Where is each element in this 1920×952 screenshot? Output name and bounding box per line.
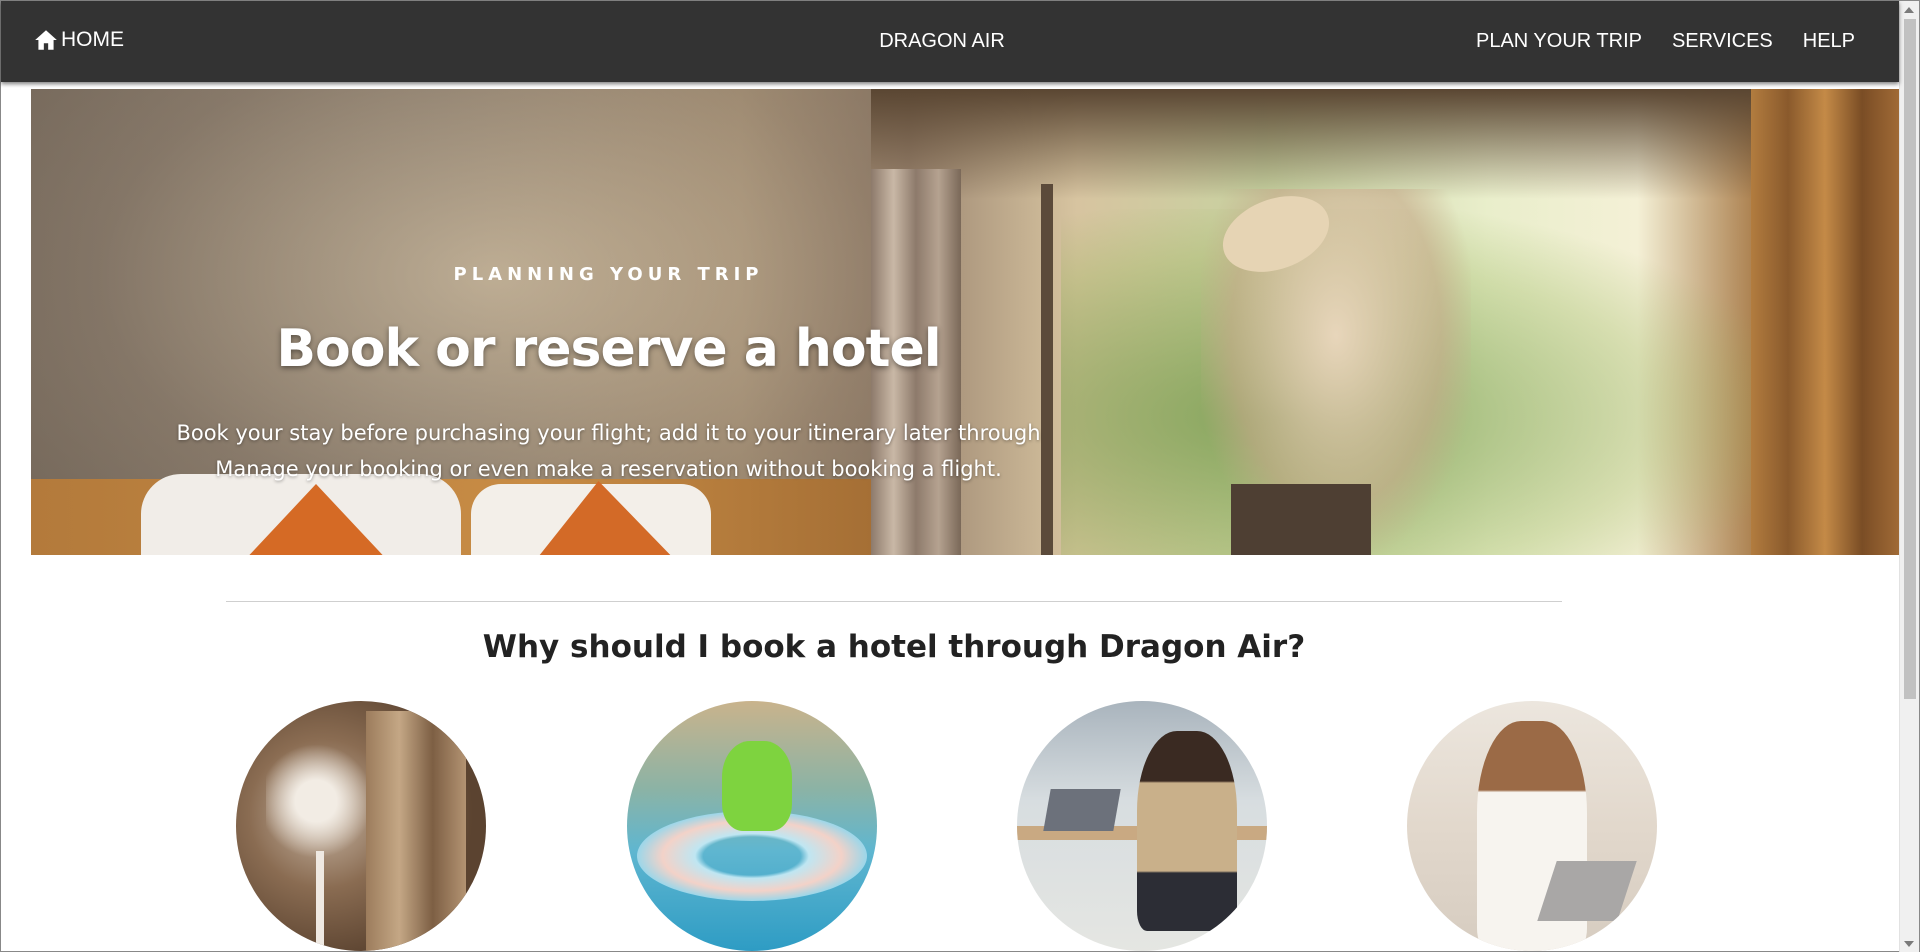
woman-laptop-cafe-image [1017, 701, 1267, 951]
top-navbar: HOME DRAGON AIR PLAN YOUR TRIP SERVICES … [1, 1, 1899, 82]
hero-description: Book your stay before purchasing your fl… [31, 415, 1186, 487]
hero-description-line-1: Book your stay before purchasing your fl… [176, 421, 1041, 445]
nav-links: PLAN YOUR TRIP SERVICES HELP [1476, 30, 1855, 53]
scroll-up-arrow-icon[interactable] [1904, 7, 1914, 13]
hero-description-line-2: Manage your booking or even make a reser… [215, 457, 1002, 481]
hero-eyebrow: PLANNING YOUR TRIP [453, 264, 764, 285]
hero-title: Book or reserve a hotel [276, 319, 941, 379]
section-divider [226, 601, 1562, 602]
family-pool-image [627, 701, 877, 951]
section-heading: Why should I book a hotel through Dragon… [482, 629, 1306, 665]
vertical-scrollbar[interactable] [1899, 1, 1919, 952]
woman-laptop-home-image [1407, 701, 1657, 951]
nav-link-help[interactable]: HELP [1803, 30, 1855, 53]
hotel-interior-image [236, 701, 486, 951]
hero-content: PLANNING YOUR TRIP Book or reserve a hot… [31, 89, 1186, 555]
scroll-down-arrow-icon[interactable] [1904, 941, 1914, 947]
nav-link-plan-your-trip[interactable]: PLAN YOUR TRIP [1476, 30, 1642, 53]
nav-link-services[interactable]: SERVICES [1672, 30, 1773, 53]
scrollbar-thumb[interactable] [1904, 19, 1916, 699]
